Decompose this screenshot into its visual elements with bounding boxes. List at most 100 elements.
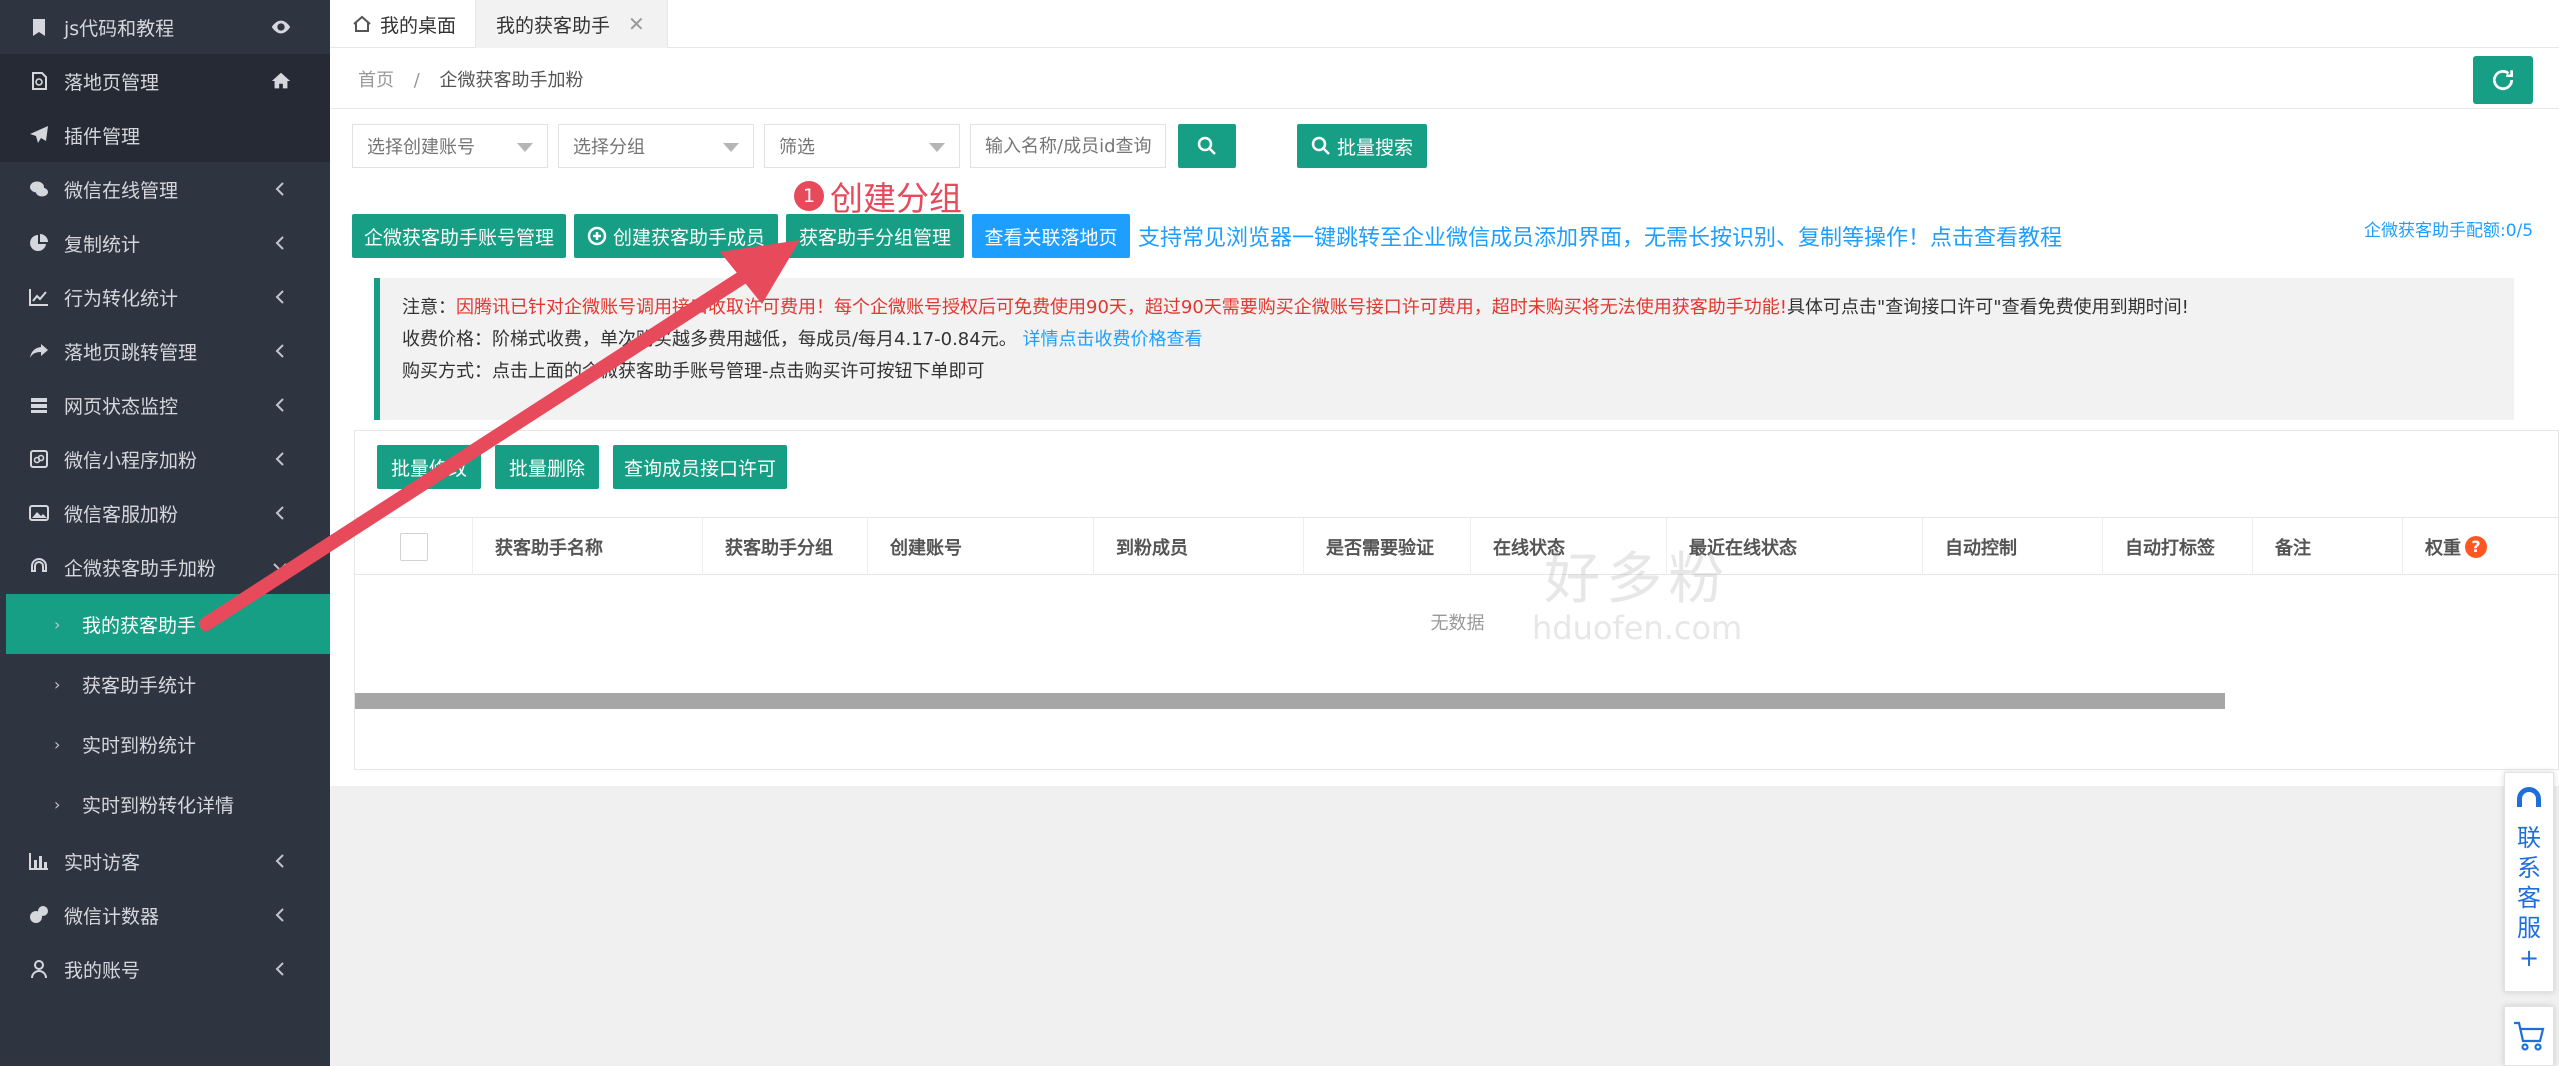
chevron-left-icon: [272, 234, 288, 250]
pie-icon: [28, 904, 50, 926]
user-icon: [28, 958, 50, 980]
sidebar-item-realtime-visitors[interactable]: 实时访客: [0, 834, 330, 888]
tab-my-assistant[interactable]: 我的获客助手 ✕: [476, 0, 668, 48]
price-detail-link[interactable]: 详情点击收费价格查看: [1022, 329, 1202, 350]
column-header[interactable]: 创建账号: [868, 518, 1094, 575]
chevron-left-icon: [272, 504, 288, 520]
search-icon: [1197, 136, 1216, 155]
sidebar-sub-label: 实时到粉统计: [82, 734, 197, 757]
column-header[interactable]: 获客助手分组: [703, 518, 868, 575]
view-landing-button[interactable]: 查看关联落地页: [972, 214, 1130, 258]
sidebar-item-landing-page[interactable]: 落地页管理: [0, 54, 330, 108]
batch-edit-button[interactable]: 批量修改: [377, 445, 481, 489]
sidebar-item-wecom-assistant[interactable]: 企微获客助手加粉: [0, 540, 330, 594]
horizontal-scrollbar[interactable]: [355, 693, 2225, 709]
chevron-left-icon: [272, 960, 288, 976]
column-header[interactable]: 备注: [2253, 518, 2403, 575]
notice-line-3: 购买方式：点击上面的企微获客助手账号管理-点击购买许可按钮下单即可: [402, 361, 985, 382]
column-header[interactable]: 获客助手名称: [473, 518, 703, 575]
pie-chart-icon: [28, 232, 50, 254]
account-select[interactable]: 选择创建账号: [352, 124, 548, 168]
tab-label: 我的桌面: [380, 14, 457, 37]
sidebar-sub-assistant-stats[interactable]: › 获客助手统计: [0, 654, 330, 714]
caret-down-icon: [929, 143, 945, 152]
chevron-left-icon: [272, 180, 288, 196]
sidebar-item-landing-redirect[interactable]: 落地页跳转管理: [0, 324, 330, 378]
account-manage-label: 企微获客助手账号管理: [363, 226, 554, 249]
image-icon: [28, 502, 50, 524]
notice-line-1: 注意：因腾讯已针对企微账号调用接口收取许可费用！每个企微账号授权后可免费使用90…: [402, 292, 2514, 324]
sidebar-item-label: 复制统计: [64, 233, 141, 256]
annotation-text: 创建分组: [830, 179, 962, 218]
create-member-button[interactable]: 创建获客助手成员: [574, 214, 778, 258]
column-header[interactable]: 是否需要验证: [1304, 518, 1471, 575]
watermark-cn: 好多粉: [1544, 547, 1731, 612]
sidebar-item-wechat-counter[interactable]: 微信计数器: [0, 888, 330, 942]
filter-select[interactable]: 筛选: [764, 124, 960, 168]
batch-search-button[interactable]: 批量搜索: [1297, 124, 1427, 168]
chevron-left-icon: [272, 906, 288, 922]
column-header[interactable]: 自动控制: [1923, 518, 2103, 575]
sidebar-sub-label: 我的获客助手: [82, 614, 197, 637]
batch-delete-label: 批量删除: [508, 457, 585, 480]
divider: [330, 108, 2559, 109]
chevron-right-icon: ›: [54, 674, 61, 694]
batch-delete-button[interactable]: 批量删除: [495, 445, 599, 489]
eye-icon[interactable]: [270, 16, 292, 38]
cart-button[interactable]: [2504, 1006, 2554, 1066]
sidebar-item-my-account[interactable]: 我的账号: [0, 942, 330, 996]
sidebar-item-label: 微信计数器: [64, 905, 160, 928]
chevron-left-icon: [272, 396, 288, 412]
headset-icon: [28, 556, 50, 578]
search-button[interactable]: [1178, 124, 1236, 168]
home-icon[interactable]: [270, 70, 292, 92]
notice-box: 注意：因腾讯已针对企微账号调用接口收取许可费用！每个企微账号授权后可免费使用90…: [374, 278, 2514, 420]
sidebar-item-js-code[interactable]: js代码和教程: [0, 0, 330, 54]
empty-state: 无数据: [1430, 613, 1485, 634]
sidebar-item-copy-stats[interactable]: 复制统计: [0, 216, 330, 270]
watermark-en: hduofen.com: [1532, 609, 1743, 647]
sidebar-item-behavior-stats[interactable]: 行为转化统计: [0, 270, 330, 324]
notice-price: 收费价格：阶梯式收费，单次购买越多费用越低，每成员/每月4.17-0.84元。: [402, 329, 1017, 350]
query-license-button[interactable]: 查询成员接口许可: [613, 445, 787, 489]
group-select[interactable]: 选择分组: [558, 124, 754, 168]
sidebar-item-page-monitor[interactable]: 网页状态监控: [0, 378, 330, 432]
group-manage-button[interactable]: 获客助手分组管理: [786, 214, 964, 258]
search-icon: [1311, 136, 1330, 155]
refresh-button[interactable]: [2473, 56, 2533, 104]
tutorial-link[interactable]: 支持常见浏览器一键跳转至企业微信成员添加界面，无需长按识别、复制等操作！点击查看…: [1138, 220, 2062, 252]
group-select-value: 选择分组: [573, 137, 645, 158]
headset-icon: [2517, 787, 2541, 807]
breadcrumb-home[interactable]: 首页: [358, 70, 394, 91]
share-icon: [28, 340, 50, 362]
account-select-value: 选择创建账号: [367, 137, 475, 158]
sidebar-sub-my-assistant[interactable]: › 我的获客助手: [6, 594, 330, 654]
close-icon[interactable]: ✕: [628, 12, 645, 36]
sidebar-item-label: 微信在线管理: [64, 179, 179, 202]
bar-chart-icon: [28, 850, 50, 872]
search-input[interactable]: [970, 124, 1166, 168]
sidebar: js代码和教程 落地页管理 插件管理 微信在线管理 复制统计 行为转化统计 落地…: [0, 0, 330, 1066]
tab-my-desktop[interactable]: 我的桌面: [330, 0, 476, 48]
annotation-label: 1 创建分组: [794, 172, 962, 220]
sidebar-item-plugin[interactable]: 插件管理: [0, 108, 330, 162]
sidebar-sub-realtime-conversion[interactable]: › 实时到粉转化详情: [0, 774, 330, 834]
sidebar-item-label: js代码和教程: [64, 17, 175, 40]
batch-search-label: 批量搜索: [1336, 136, 1413, 159]
wechat-icon: [28, 178, 50, 200]
sidebar-item-wechat-online[interactable]: 微信在线管理: [0, 162, 330, 216]
sidebar-item-label: 落地页管理: [64, 71, 160, 94]
help-icon[interactable]: ?: [2465, 535, 2487, 558]
sidebar-sub-realtime-fans[interactable]: › 实时到粉统计: [0, 714, 330, 774]
sidebar-item-wechat-service[interactable]: 微信客服加粉: [0, 486, 330, 540]
select-all-checkbox[interactable]: [399, 532, 428, 561]
home-outline-icon: [353, 15, 371, 32]
sidebar-item-miniprogram[interactable]: 微信小程序加粉: [0, 432, 330, 486]
breadcrumb-current: 企微获客助手加粉: [439, 70, 584, 91]
sidebar-item-label: 企微获客助手加粉: [64, 557, 217, 580]
column-header-weight[interactable]: 权重 ?: [2403, 518, 2559, 575]
column-header[interactable]: 到粉成员: [1094, 518, 1304, 575]
column-header[interactable]: 自动打标签: [2103, 518, 2253, 575]
contact-service-button[interactable]: 联系客服+: [2504, 772, 2554, 992]
account-manage-button[interactable]: 企微获客助手账号管理: [352, 214, 566, 258]
